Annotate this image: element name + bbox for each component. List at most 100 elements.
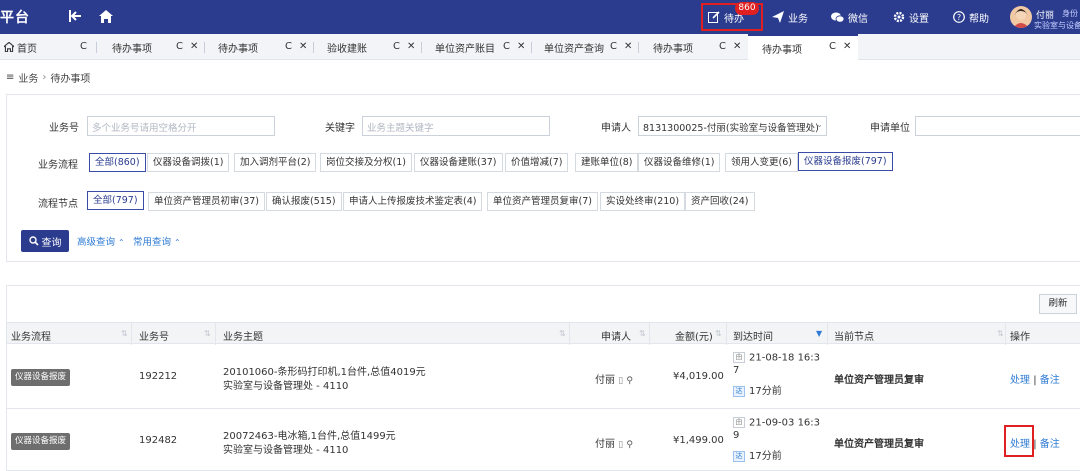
sort-desc-icon[interactable]: ▼ <box>816 329 822 338</box>
table-row: 仪器设备报废 192212 20101060-条形码打印机,1台件,总值4019… <box>7 344 1080 409</box>
menu-icon[interactable]: ≡ <box>6 72 14 83</box>
flow-chip-build-unit[interactable]: 建账单位(8) <box>575 153 639 172</box>
sort-icon[interactable]: ⇅ <box>639 329 646 338</box>
refresh-tab-icon[interactable]: C <box>285 41 292 52</box>
col-biz-no[interactable]: 业务号 <box>139 328 169 343</box>
phone-icon[interactable]: ▯ <box>618 440 623 450</box>
nav-wechat[interactable]: 微信 <box>831 0 868 34</box>
nav-help-label: 帮助 <box>969 13 989 25</box>
breadcrumb-root[interactable]: 业务 <box>18 70 38 85</box>
sort-icon[interactable]: ⇅ <box>997 329 1004 338</box>
tab-unit-assets-query[interactable]: 单位资产查询 <box>544 34 604 60</box>
gear-icon <box>893 11 905 23</box>
flow-chip-handover[interactable]: 岗位交接及分权(1) <box>320 153 412 172</box>
biz-no-label: 业务号 <box>49 123 79 134</box>
applicant-select[interactable]: 8131300025-付丽(实验室与设备管理处) <box>638 116 827 136</box>
current-node[interactable]: 单位资产管理员复审 <box>834 435 924 450</box>
flow-chip-account[interactable]: 仪器设备建账(37) <box>414 153 503 172</box>
tab-todo-3[interactable]: 待办事项 <box>653 34 693 60</box>
tab-todo-1[interactable]: 待办事项 <box>112 34 152 60</box>
refresh-tab-icon[interactable]: C <box>393 41 400 52</box>
refresh-tab-icon[interactable]: C <box>80 41 87 52</box>
flow-chip-value-change[interactable]: 价值增减(7) <box>505 153 569 172</box>
phone-icon[interactable]: ▯ <box>618 376 623 386</box>
collapse-sidebar-icon[interactable] <box>68 8 84 24</box>
close-tab-icon[interactable]: ✕ <box>190 41 198 52</box>
refresh-button[interactable]: 刷新 <box>1039 294 1077 314</box>
close-tab-icon[interactable]: ✕ <box>299 41 307 52</box>
query-button[interactable]: 查询 <box>21 230 69 252</box>
applicant: 付丽 ▯ ⚲ <box>595 375 633 386</box>
biz-no-input[interactable]: 多个业务号请用空格分开 <box>87 116 275 136</box>
sort-icon[interactable]: ⇅ <box>121 329 128 338</box>
node-chip-all[interactable]: 全部(797) <box>87 191 144 210</box>
common-query-link[interactable]: 常用查询 ⌃ <box>133 234 181 248</box>
row-actions: 处理 | 备注 <box>1010 375 1060 386</box>
current-node[interactable]: 单位资产管理员复审 <box>834 371 924 386</box>
col-subject[interactable]: 业务主题 <box>223 328 263 343</box>
tab-todo-active[interactable]: 待办事项 <box>748 34 858 60</box>
close-tab-icon[interactable]: ✕ <box>843 41 851 52</box>
flow-chip-scrap[interactable]: 仪器设备报废(797) <box>798 152 893 171</box>
refresh-tab-icon[interactable]: C <box>503 41 510 52</box>
nav-settings[interactable]: 设置 <box>893 0 929 34</box>
search-icon[interactable]: ⚲ <box>626 440 633 450</box>
sort-icon[interactable]: ⇅ <box>559 329 566 338</box>
chevron-up-icon: ⌃ <box>174 238 181 247</box>
arrive-time-cont: 7 <box>733 365 740 376</box>
col-node[interactable]: 当前节点 <box>834 328 874 343</box>
col-flow[interactable]: 业务流程 <box>11 328 51 343</box>
node-chip-second-review[interactable]: 单位资产管理员复审(7) <box>487 192 598 211</box>
node-chip-initial-review[interactable]: 单位资产管理员初审(37) <box>148 192 266 211</box>
nav-help[interactable]: ? 帮助 <box>953 0 989 34</box>
svg-text:?: ? <box>957 13 961 22</box>
node-chip-upload-appraisal[interactable]: 申请人上传报废技术鉴定表(4) <box>343 192 483 211</box>
keyword-input[interactable]: 业务主题关键字 <box>362 116 550 136</box>
process-link[interactable]: 处理 <box>1010 375 1030 386</box>
node-label: 流程节点 <box>38 199 78 210</box>
refresh-tab-icon[interactable]: C <box>176 41 183 52</box>
col-amount[interactable]: 金额(元) <box>675 328 713 343</box>
note-link[interactable]: 备注 <box>1040 439 1060 450</box>
avatar[interactable] <box>1010 6 1032 28</box>
col-applicant[interactable]: 申请人 <box>601 328 631 343</box>
note-link[interactable]: 备注 <box>1040 375 1060 386</box>
tab-home[interactable]: 首页 <box>4 34 37 60</box>
flow-chip-all[interactable]: 全部(860) <box>89 153 146 172</box>
results-panel: 刷新 业务流程 ⇅ 业务号 ⇅ 业务主题 ⇅ 申请人 ⇅ 金额(元) ⇅ 到达时… <box>6 285 1080 471</box>
flow-chip-transfer[interactable]: 仪器设备调拨(1) <box>147 153 230 172</box>
node-chip-final-review[interactable]: 实设处终审(210) <box>600 192 686 211</box>
tab-todo-2[interactable]: 待办事项 <box>218 34 258 60</box>
elapsed-tag: 达 <box>733 450 745 462</box>
close-tab-icon[interactable]: ✕ <box>517 41 525 52</box>
close-tab-icon[interactable]: ✕ <box>407 41 415 52</box>
search-icon[interactable]: ⚲ <box>626 376 633 386</box>
home-icon[interactable] <box>98 8 114 24</box>
tab-acceptance[interactable]: 验收建账 <box>327 34 367 60</box>
node-chip-confirm-scrap[interactable]: 确认报废(515) <box>266 192 342 211</box>
help-icon: ? <box>953 11 965 23</box>
applicant: 付丽 ▯ ⚲ <box>595 439 633 450</box>
nav-settings-label: 设置 <box>909 13 929 25</box>
unit-label: 申请单位 <box>870 123 910 134</box>
unit-input[interactable] <box>915 116 1080 136</box>
refresh-tab-icon[interactable]: C <box>610 41 617 52</box>
tab-unit-assets-account[interactable]: 单位资产账目 <box>435 34 495 60</box>
flow-chip-user-change[interactable]: 领用人变更(6) <box>725 153 798 172</box>
breadcrumb-sep: › <box>42 72 47 83</box>
flow-chip-repair[interactable]: 仪器设备维修(1) <box>638 153 721 172</box>
sort-icon[interactable]: ⇅ <box>715 329 722 338</box>
flow-chip-join-platform[interactable]: 加入调剂平台(2) <box>234 153 317 172</box>
advanced-query-link[interactable]: 高级查询 ⌃ <box>77 234 125 248</box>
subject-link[interactable]: 20101060-条形码打印机,1台件,总值4019元 <box>223 363 426 378</box>
sort-icon[interactable]: ⇅ <box>204 329 211 338</box>
close-tab-icon[interactable]: ✕ <box>624 41 632 52</box>
subject-link[interactable]: 20072463-电冰箱,1台件,总值1499元 <box>223 427 396 442</box>
refresh-tab-icon[interactable]: C <box>829 41 836 52</box>
chevron-up-icon: ⌃ <box>118 238 125 247</box>
node-chip-recycle[interactable]: 资产回收(24) <box>685 192 755 211</box>
col-arrive-time[interactable]: 到达时间 <box>733 328 773 343</box>
close-tab-icon[interactable]: ✕ <box>733 41 741 52</box>
refresh-tab-icon[interactable]: C <box>719 41 726 52</box>
nav-business[interactable]: 业务 <box>772 0 808 34</box>
